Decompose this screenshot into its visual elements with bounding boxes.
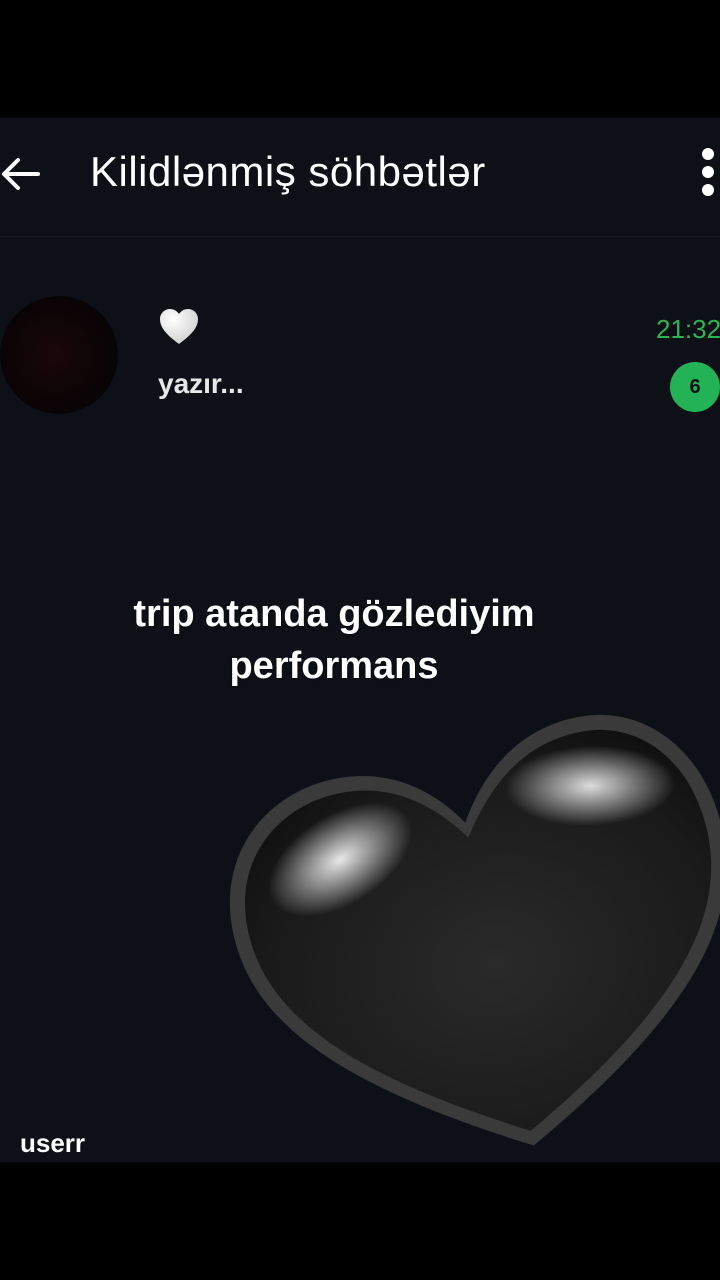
typing-status: yazır...	[158, 368, 244, 399]
black-heart-sticker	[229, 714, 720, 1146]
locked-chats-screen: Kilidlənmiş söhbətlər yazır... 21:32 6 t…	[0, 118, 720, 1162]
chat-list-item[interactable]: yazır... 21:32 6	[0, 284, 720, 424]
caption-line-2: performans	[229, 645, 439, 687]
video-caption: trip atanda gözlediyim performans	[100, 588, 568, 692]
white-heart-icon	[160, 309, 198, 344]
caption-line-1: trip atanda gözlediyim	[133, 593, 535, 635]
arrow-left-icon[interactable]	[0, 152, 44, 196]
more-vertical-icon[interactable]	[696, 148, 720, 196]
avatar[interactable]	[0, 296, 118, 414]
unread-count-badge: 6	[670, 362, 720, 412]
app-bar: Kilidlənmiş söhbətlər	[0, 118, 720, 237]
video-frame: Kilidlənmiş söhbətlər yazır... 21:32 6 t…	[0, 0, 720, 1280]
page-title: Kilidlənmiş söhbətlər	[90, 148, 486, 195]
chat-timestamp: 21:32	[656, 314, 720, 344]
username-watermark: userr	[20, 1128, 86, 1158]
